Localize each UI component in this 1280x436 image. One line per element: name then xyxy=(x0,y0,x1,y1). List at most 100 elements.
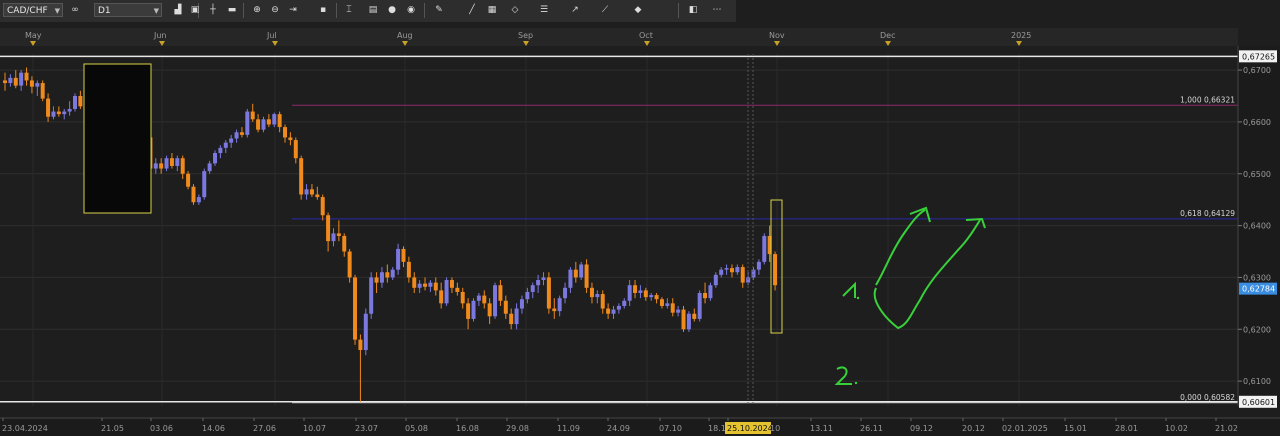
month-label: Jul xyxy=(266,31,277,40)
candle-body xyxy=(665,303,670,306)
candle-body xyxy=(740,267,745,283)
candle-body xyxy=(153,163,158,169)
candle-body xyxy=(756,261,761,270)
candle-body xyxy=(180,158,185,174)
candle-body xyxy=(272,114,277,125)
candle-body xyxy=(19,72,24,86)
candle-body xyxy=(299,158,304,195)
candle-body xyxy=(670,303,675,313)
date-label: 23.07 xyxy=(355,424,378,433)
candle-body xyxy=(482,295,487,304)
candle-body xyxy=(627,285,632,301)
candle-body xyxy=(250,111,255,120)
candle-body xyxy=(24,72,29,81)
candle-body xyxy=(530,285,535,292)
candle-body xyxy=(223,142,228,148)
candle-body xyxy=(638,290,643,293)
candle-body xyxy=(466,303,471,319)
candle-body xyxy=(369,277,374,314)
candle-body xyxy=(304,189,309,195)
month-label: Aug xyxy=(397,31,413,40)
candle-body xyxy=(616,305,621,310)
candle-body xyxy=(584,264,589,288)
candle-body xyxy=(353,277,358,340)
date-label: 03.06 xyxy=(150,424,173,433)
candle-body xyxy=(751,269,756,278)
candle-body xyxy=(541,277,546,281)
candle-body xyxy=(622,300,627,306)
candle-body xyxy=(159,163,164,169)
candle-body xyxy=(164,158,169,169)
candle-body xyxy=(519,299,524,309)
candle-body xyxy=(51,111,56,117)
candle-body xyxy=(320,197,325,216)
date-label: 10.07 xyxy=(303,424,326,433)
candle-body xyxy=(336,233,341,236)
candle-body xyxy=(649,295,654,298)
date-axis-panel xyxy=(0,418,1280,436)
candle-body xyxy=(67,108,72,112)
candle-body xyxy=(643,290,648,298)
candle-body xyxy=(13,77,18,86)
handwritten-dot xyxy=(856,296,860,300)
fib-level-label: 1,000 0,66321 xyxy=(1180,95,1235,104)
month-header xyxy=(0,28,1238,46)
date-label: 20.12 xyxy=(962,424,985,433)
candle-body xyxy=(239,132,244,135)
candle-body xyxy=(73,95,78,109)
date-label: 15.01 xyxy=(1064,424,1087,433)
price-tick-label: 0,6200 xyxy=(1243,325,1271,334)
date-label: 11.09 xyxy=(557,424,580,433)
candle-body xyxy=(315,194,320,198)
candle-body xyxy=(568,269,573,288)
candle-body xyxy=(385,272,390,278)
candle-body xyxy=(471,300,476,319)
candle-body xyxy=(724,268,729,270)
price-tick-label: 0,6600 xyxy=(1243,118,1271,127)
price-line-tag-label: 0,60601 xyxy=(1242,398,1275,407)
candle-body xyxy=(309,189,314,195)
date-label: 21.02 xyxy=(1215,424,1238,433)
candle-body xyxy=(412,277,417,288)
candle-body xyxy=(439,290,444,304)
date-cursor-label: 25.10.2024 xyxy=(727,424,773,433)
candle-body xyxy=(169,158,174,166)
candlestick-chart[interactable]: May Jun Jul Aug Sep Oct Nov Dec 2025 1,000 0,663… xyxy=(0,0,1280,436)
candle-body xyxy=(676,309,681,313)
date-label: 13.11 xyxy=(810,424,833,433)
candle-body xyxy=(589,287,594,298)
handwritten-dot xyxy=(854,381,858,385)
candle-body xyxy=(525,291,530,300)
candle-body xyxy=(729,268,734,273)
candle-body xyxy=(692,313,697,319)
candle-body xyxy=(326,215,331,242)
candle-body xyxy=(288,137,293,141)
candle-body xyxy=(390,269,395,278)
candle-body xyxy=(46,98,51,117)
candle-body xyxy=(358,339,363,351)
candle-body xyxy=(762,235,767,262)
candle-body xyxy=(449,280,454,288)
candle-body xyxy=(509,313,514,325)
candle-body xyxy=(40,83,45,99)
date-label: 23.04.2024 xyxy=(2,424,48,433)
date-label: 02.01.2025 xyxy=(1002,424,1048,433)
chart-background xyxy=(0,22,1280,436)
candle-body xyxy=(234,132,239,139)
candle-body xyxy=(563,287,568,299)
price-tick-label: 0,6700 xyxy=(1243,66,1271,75)
candle-body xyxy=(552,308,557,312)
candle-body xyxy=(708,285,713,299)
price-tick-label: 0,6500 xyxy=(1243,170,1271,179)
candle-body xyxy=(606,308,611,314)
month-label: Jun xyxy=(153,31,167,40)
candle-body xyxy=(62,111,67,115)
candle-body xyxy=(3,80,7,84)
highlight-box-may[interactable] xyxy=(83,63,152,214)
candle-body xyxy=(659,299,664,306)
candle-body xyxy=(493,285,498,317)
date-label: 16.08 xyxy=(456,424,479,433)
candle-body xyxy=(487,303,492,317)
candle-body xyxy=(498,285,503,301)
candle-body xyxy=(433,282,438,291)
